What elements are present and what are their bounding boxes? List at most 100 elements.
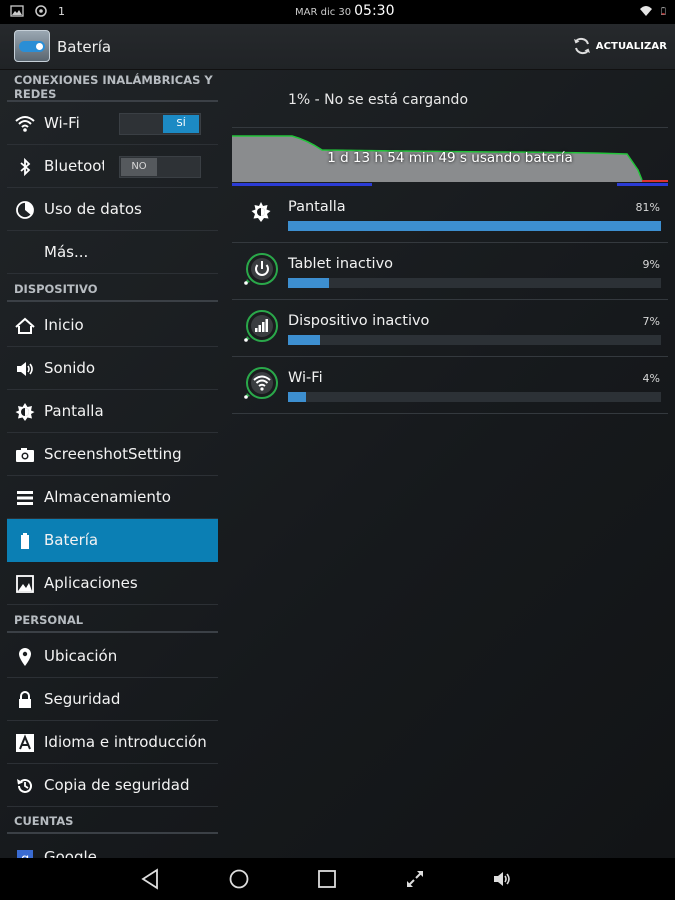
settings-app-icon[interactable] [14, 30, 50, 62]
settings-sidebar[interactable]: CONEXIONES INALÁMBRICAS Y REDES Wi-Fi SÍ… [0, 70, 224, 858]
backup-icon [17, 778, 32, 793]
usage-bar-fill [288, 278, 330, 288]
sidebar-item-label: Batería [44, 531, 99, 549]
speaker-icon [17, 362, 33, 376]
sidebar-item-label: Ubicación [44, 647, 118, 665]
divider [232, 127, 668, 128]
wifi-icon [15, 116, 35, 132]
battery-graph-label: 1 d 13 h 54 min 49 s usando batería [327, 150, 573, 166]
usage-bar-fill [288, 335, 321, 345]
sidebar-item-apps[interactable]: Aplicaciones [7, 562, 218, 605]
wifi-icon [244, 367, 278, 399]
location-icon [19, 648, 31, 666]
sidebar-item-storage[interactable]: Almacenamiento [7, 476, 218, 519]
battery-low-marker [642, 180, 668, 182]
sidebar-item-wifi[interactable]: Wi-Fi SÍ [7, 102, 218, 145]
clock: MAR dic 30 05:30 [295, 3, 394, 19]
signal-icon [244, 310, 278, 342]
storage-icon [17, 491, 33, 505]
usage-percent: 4% [642, 372, 660, 385]
usage-bar-fill [288, 392, 307, 402]
usage-row-wifi[interactable]: Wi-Fi 4% [232, 357, 668, 414]
status-bar: 1 MAR dic 30 05:30 [0, 0, 675, 24]
expand-icon[interactable] [403, 868, 427, 890]
bluetooth-toggle[interactable]: NO [119, 156, 201, 178]
navigation-bar [0, 858, 675, 900]
sidebar-item-label: Aplicaciones [44, 574, 138, 592]
section-header-wireless: CONEXIONES INALÁMBRICAS Y REDES [7, 73, 218, 102]
notification-count: 1 [58, 4, 65, 18]
usage-row-tablet-idle[interactable]: Tablet inactivo 9% [232, 243, 668, 300]
usage-name: Wi-Fi [288, 370, 323, 386]
sidebar-item-label: Almacenamiento [44, 488, 171, 506]
usage-bar [288, 278, 661, 288]
status-date: MAR dic 30 [295, 7, 352, 18]
content-area: CONEXIONES INALÁMBRICAS Y REDES Wi-Fi SÍ… [0, 70, 675, 858]
usage-name: Pantalla [288, 199, 346, 215]
battery-status: 1% - No se está cargando [288, 92, 469, 108]
sidebar-item-label: Inicio [44, 316, 84, 334]
image-notification-icon [10, 5, 24, 17]
sidebar-item-label: Uso de datos [44, 200, 142, 218]
usage-percent: 81% [635, 201, 660, 214]
sync-notification-icon [35, 5, 47, 17]
data-usage-icon [16, 201, 34, 219]
sidebar-item-label: Copia de seguridad [44, 776, 190, 794]
bluetooth-icon [20, 157, 31, 177]
usage-name: Tablet inactivo [288, 256, 394, 272]
google-icon: g [17, 850, 33, 858]
action-bar: Batería ACTUALIZAR [0, 24, 675, 70]
wifi-toggle-state: SÍ [163, 115, 199, 133]
sidebar-item-battery[interactable]: Batería [7, 519, 218, 562]
sidebar-item-label: Seguridad [44, 690, 121, 708]
usage-row-screen[interactable]: Pantalla 81% [232, 186, 668, 243]
sidebar-item-data-usage[interactable]: Uso de datos [7, 188, 218, 231]
brightness-icon [251, 202, 271, 222]
sidebar-item-backup[interactable]: Copia de seguridad [7, 764, 218, 807]
refresh-label: ACTUALIZAR [595, 40, 667, 52]
usage-bar [288, 392, 661, 402]
sidebar-item-display[interactable]: Pantalla [7, 390, 218, 433]
back-icon[interactable] [139, 868, 163, 890]
sidebar-item-label: Google [44, 848, 97, 858]
brightness-icon [15, 403, 35, 421]
sidebar-item-label: ScreenshotSetting [44, 445, 182, 463]
wifi-toggle[interactable]: SÍ [119, 113, 201, 135]
sidebar-item-security[interactable]: Seguridad [7, 678, 218, 721]
section-header-accounts: CUENTAS [7, 814, 218, 834]
sidebar-item-bluetooth[interactable]: Bluetooth NO [7, 145, 218, 188]
usage-bar-fill [288, 221, 661, 231]
power-icon [244, 253, 278, 285]
language-icon [16, 734, 34, 752]
system-icons [639, 4, 669, 18]
sidebar-item-label: Idioma e introducción [44, 733, 207, 751]
usage-bar [288, 335, 661, 345]
section-header-device: DISPOSITIVO [7, 282, 218, 302]
sidebar-item-language[interactable]: Idioma e introducción [7, 721, 218, 764]
apps-icon [16, 575, 34, 593]
sidebar-item-more[interactable]: Más... [7, 231, 218, 274]
sidebar-item-label: Wi-Fi [44, 114, 80, 132]
lock-icon [19, 691, 31, 708]
page-title: Batería [57, 38, 112, 56]
refresh-button[interactable]: ACTUALIZAR [572, 36, 667, 56]
sidebar-item-home[interactable]: Inicio [7, 304, 218, 347]
home-icon [15, 317, 35, 334]
wifi-signal-icon [640, 6, 652, 16]
usage-row-device-idle[interactable]: Dispositivo inactivo 7% [232, 300, 668, 357]
refresh-icon [573, 38, 590, 54]
recents-icon[interactable] [315, 868, 339, 890]
volume-icon[interactable] [491, 868, 515, 890]
sidebar-item-google[interactable]: g Google [7, 836, 218, 858]
usage-percent: 9% [642, 258, 660, 271]
bluetooth-toggle-state: NO [121, 158, 157, 176]
usage-name: Dispositivo inactivo [288, 313, 430, 329]
sidebar-item-location[interactable]: Ubicación [7, 635, 218, 678]
notification-area: 1 [10, 4, 65, 18]
sidebar-item-label: Más... [44, 243, 89, 261]
sidebar-item-label: Bluetooth [44, 157, 104, 175]
home-icon[interactable] [227, 868, 251, 890]
sidebar-item-screenshot[interactable]: ScreenshotSetting [7, 433, 218, 476]
battery-panel: 1% - No se está cargando 1 d 13 h 54 min… [232, 70, 668, 858]
sidebar-item-sound[interactable]: Sonido [7, 347, 218, 390]
